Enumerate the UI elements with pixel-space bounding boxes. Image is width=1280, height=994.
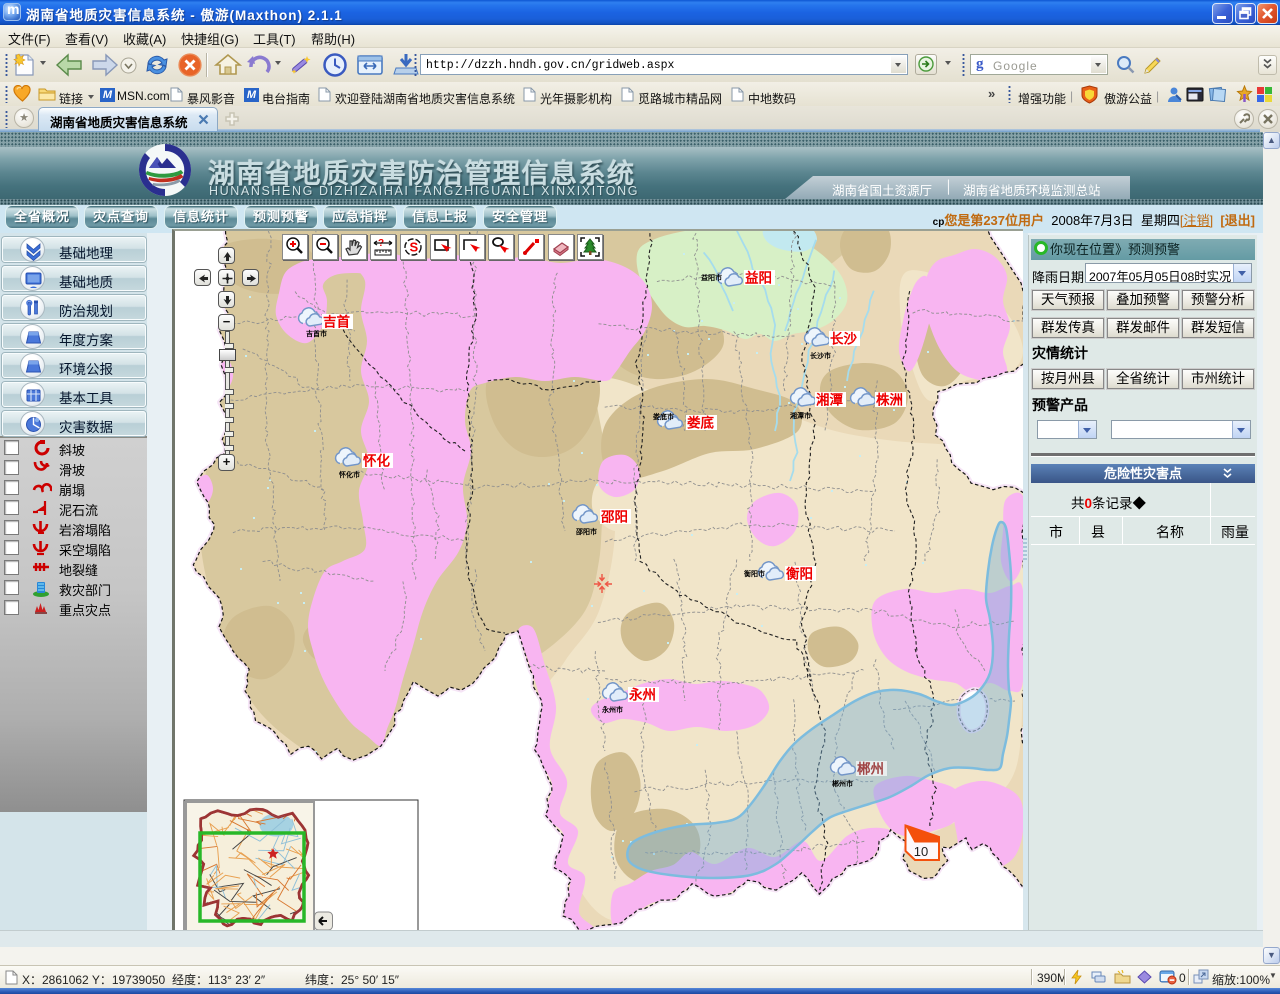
svg-text:益阳: 益阳 xyxy=(745,270,772,286)
svg-text:长沙: 长沙 xyxy=(830,331,858,347)
svg-text:长沙市: 长沙市 xyxy=(810,351,831,360)
svg-text:永州市: 永州市 xyxy=(601,705,623,714)
svg-text:吉首: 吉首 xyxy=(323,314,350,330)
svg-text:衡阳市: 衡阳市 xyxy=(743,569,765,578)
svg-text:衡阳: 衡阳 xyxy=(786,566,813,582)
svg-text:S: S xyxy=(410,240,419,255)
svg-text:吉首市: 吉首市 xyxy=(306,329,327,338)
svg-text:郴州: 郴州 xyxy=(857,761,884,777)
svg-text:娄底市: 娄底市 xyxy=(652,412,674,421)
svg-text:郴州市: 郴州市 xyxy=(832,779,853,788)
svg-text:湘潭: 湘潭 xyxy=(816,392,844,408)
svg-text:益阳市: 益阳市 xyxy=(701,273,722,282)
svg-text:邵阳: 邵阳 xyxy=(600,510,628,525)
svg-text:邵阳市: 邵阳市 xyxy=(575,527,597,536)
svg-text:怀化市: 怀化市 xyxy=(338,470,360,479)
svg-text:湘潭市: 湘潭市 xyxy=(790,411,811,420)
svg-text:怀化: 怀化 xyxy=(363,453,390,469)
svg-text:永州: 永州 xyxy=(629,687,656,703)
svg-text:10: 10 xyxy=(914,844,928,859)
svg-text:娄底: 娄底 xyxy=(687,415,715,431)
svg-text:株洲: 株洲 xyxy=(876,392,903,408)
